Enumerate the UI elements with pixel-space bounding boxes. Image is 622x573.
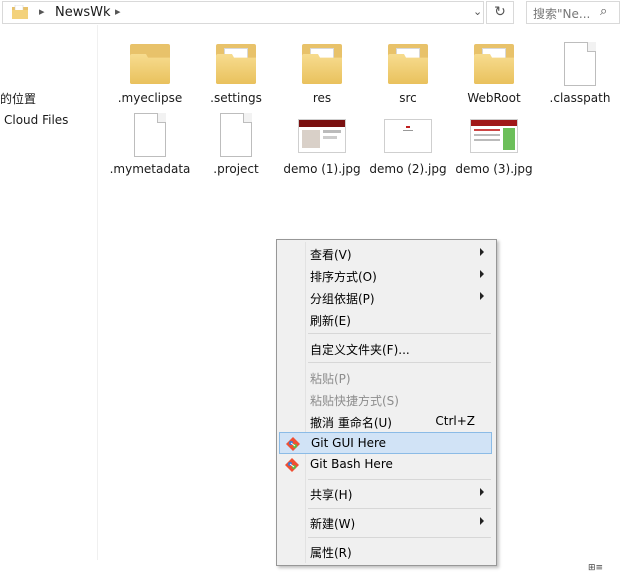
file-item[interactable]: .myeclipse (107, 40, 193, 107)
menu-item-label: 新建(W) (310, 517, 356, 531)
view-mode-icons[interactable]: ⊞≡ (588, 563, 603, 573)
menu-item-label: 粘贴(P) (310, 372, 351, 386)
file-name: .classpath (549, 91, 611, 105)
refresh-button[interactable]: ↻ (486, 1, 514, 24)
menu-separator (308, 508, 491, 509)
breadcrumb-separator[interactable]: ▸ (115, 5, 121, 18)
file-name: .settings (210, 91, 262, 105)
git-icon (286, 437, 300, 451)
file-name: WebRoot (467, 91, 521, 105)
submenu-arrow-icon (480, 292, 484, 300)
menu-item-paste-shortcut[interactable]: 粘贴快捷方式(S) (279, 389, 492, 411)
breadcrumb-newswk[interactable]: NewsWk (55, 5, 111, 20)
search-icon[interactable]: ⌕ (600, 4, 607, 19)
menu-item-label: 自定义文件夹(F)... (310, 343, 410, 357)
breadcrumb-separator[interactable]: ▸ (39, 5, 45, 18)
menu-item-label: 查看(V) (310, 248, 352, 262)
menu-item-label: Git GUI Here (311, 436, 387, 450)
menu-separator (308, 537, 491, 538)
file-name: demo (3).jpg (455, 162, 533, 176)
submenu-arrow-icon (480, 270, 484, 278)
nav-item-cloud-files[interactable]: Cloud Files (4, 113, 68, 127)
menu-item-paste[interactable]: 粘贴(P) (279, 367, 492, 389)
folder-icon (126, 40, 174, 88)
menu-item-git-gui-here[interactable]: Git GUI Here (279, 432, 492, 454)
git-icon (285, 458, 299, 472)
folder-icon (298, 40, 346, 88)
menu-item-label: 刷新(E) (310, 314, 351, 328)
file-item[interactable]: WebRoot (451, 40, 537, 107)
address-bar-row: ▸ NewsWk ▸ ⌄ ↻ 搜索"Ne... ⌕ (0, 0, 622, 25)
menu-separator (308, 479, 491, 480)
menu-item-label: 粘贴快捷方式(S) (310, 394, 399, 408)
menu-item-git-bash-here[interactable]: Git Bash Here (279, 454, 492, 476)
file-name: src (399, 91, 417, 105)
file-name: demo (1).jpg (283, 162, 361, 176)
menu-item-refresh[interactable]: 刷新(E) (279, 309, 492, 331)
context-menu: 查看(V) 排序方式(O) 分组依据(P) 刷新(E) 自定义文件夹(F)...… (276, 239, 497, 566)
menu-item-customize-folder[interactable]: 自定义文件夹(F)... (279, 338, 492, 360)
file-name: res (312, 91, 332, 105)
search-placeholder: 搜索"Ne... (533, 7, 591, 21)
image-thumbnail-icon (470, 111, 518, 159)
file-name: .mymetadata (109, 162, 191, 176)
menu-item-label: 分组依据(P) (310, 292, 375, 306)
file-item[interactable]: .project (193, 111, 279, 178)
menu-separator (308, 333, 491, 334)
nav-item-locations[interactable]: 的位置 (0, 90, 36, 107)
submenu-arrow-icon (480, 517, 484, 525)
document-icon (126, 111, 174, 159)
folder-icon (12, 5, 28, 19)
menu-item-label: 共享(H) (310, 488, 353, 502)
document-icon (212, 111, 260, 159)
file-item[interactable]: demo (2).jpg (365, 111, 451, 178)
menu-item-group-by[interactable]: 分组依据(P) (279, 287, 492, 309)
submenu-arrow-icon (480, 248, 484, 256)
image-thumbnail-icon (384, 111, 432, 159)
folder-icon (384, 40, 432, 88)
submenu-arrow-icon (480, 488, 484, 496)
menu-item-sort-by[interactable]: 排序方式(O) (279, 265, 492, 287)
file-item[interactable]: demo (1).jpg (279, 111, 365, 178)
folder-icon (212, 40, 260, 88)
menu-item-new[interactable]: 新建(W) (279, 512, 492, 534)
menu-separator (308, 362, 491, 363)
menu-item-view[interactable]: 查看(V) (279, 243, 492, 265)
file-name: demo (2).jpg (369, 162, 447, 176)
file-name: .project (213, 162, 259, 176)
file-item[interactable]: .classpath (537, 40, 622, 107)
menu-item-label: Git Bash Here (310, 457, 393, 471)
folder-icon (470, 40, 518, 88)
image-thumbnail-icon (298, 111, 346, 159)
address-dropdown-icon[interactable]: ⌄ (473, 5, 482, 18)
address-bar[interactable]: ▸ NewsWk ▸ ⌄ (2, 1, 484, 24)
file-item[interactable]: .mymetadata (107, 111, 193, 178)
menu-item-properties[interactable]: 属性(R) (279, 541, 492, 563)
pane-divider (97, 25, 98, 560)
menu-item-shortcut: Ctrl+Z (435, 414, 475, 428)
file-item[interactable]: .settings (193, 40, 279, 107)
menu-item-label: 排序方式(O) (310, 270, 377, 284)
file-name: .myeclipse (117, 91, 183, 105)
file-item[interactable]: demo (3).jpg (451, 111, 537, 178)
file-item[interactable]: src (365, 40, 451, 107)
navigation-pane: 的位置 Cloud Files (0, 25, 97, 560)
menu-item-label: 属性(R) (310, 546, 352, 560)
file-item[interactable]: res (279, 40, 365, 107)
document-icon (556, 40, 604, 88)
menu-item-label: 撤消 重命名(U) (310, 416, 392, 430)
menu-item-share[interactable]: 共享(H) (279, 483, 492, 505)
search-input[interactable]: 搜索"Ne... ⌕ (526, 1, 620, 24)
menu-item-undo-rename[interactable]: 撤消 重命名(U) Ctrl+Z (279, 411, 492, 433)
